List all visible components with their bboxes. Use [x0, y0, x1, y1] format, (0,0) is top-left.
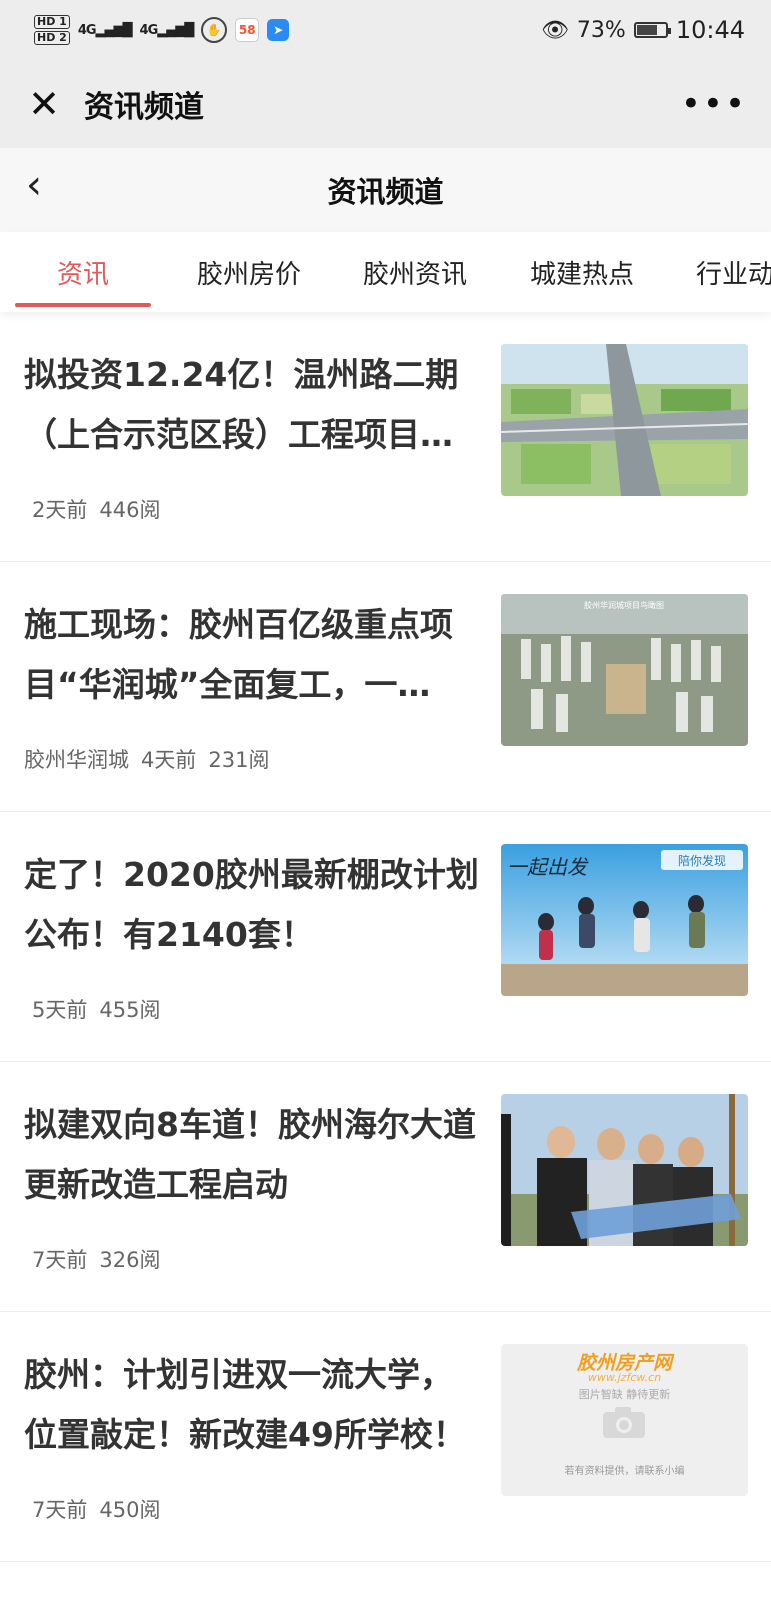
app-58-icon: 58 — [235, 18, 260, 42]
page-nav-bar: ‹ 资讯频道 — [0, 148, 771, 232]
article-thumbnail[interactable]: 一起出发 陪你发现 — [501, 844, 748, 996]
article-meta: 胶州华润城 4天前 231阅 — [24, 744, 269, 774]
hand-icon: ✋ — [201, 17, 228, 43]
article-time: 2天前 — [32, 498, 88, 522]
article-time: 7天前 — [32, 1498, 88, 1522]
article-reads: 455阅 — [99, 998, 161, 1022]
article-time: 7天前 — [32, 1248, 88, 1272]
eye-icon: 👁 — [540, 17, 569, 43]
article-item[interactable]: 胶州：计划引进双一流大学，位置敲定！新改建49所学校！ 7天前 450阅 胶州房… — [0, 1312, 771, 1562]
article-meta: 7天前 326阅 — [24, 1244, 160, 1274]
article-thumbnail[interactable]: 胶州房产网 www.jzfcw.cn 图片智缺 静待更新 若有资料提供，请联系小… — [501, 1344, 748, 1496]
active-tab-indicator — [15, 303, 151, 307]
camera-icon — [603, 1407, 645, 1438]
article-time: 5天前 — [32, 998, 88, 1022]
image-slogan: 一起出发 — [507, 855, 589, 879]
article-meta: 7天前 450阅 — [24, 1494, 160, 1524]
send-icon: ➤ — [267, 19, 290, 41]
signal-icon: 4G▂▄▆█ — [77, 22, 133, 38]
category-tabs: 资讯 胶州房价 胶州资讯 城建热点 行业动 — [0, 232, 771, 312]
article-reads: 450阅 — [99, 1498, 161, 1522]
article-title[interactable]: 定了！2020胶州最新棚改计划公布！有2140套！ — [24, 845, 484, 965]
status-bar-left: HD 1 HD 2 4G▂▄▆█ 4G▂▄▆█ ✋ 58 ➤ — [34, 14, 290, 46]
battery-fill — [636, 25, 657, 35]
article-title[interactable]: 拟投资12.24亿！温州路二期（上合示范区段）工程项目… — [24, 345, 484, 465]
signal-icon-2: 4G▂▄▆█ — [139, 22, 195, 38]
image-tag: 陪你发现 — [678, 853, 726, 868]
more-options-icon[interactable]: ••• — [681, 84, 747, 124]
battery-icon — [633, 22, 671, 38]
article-time: 4天前 — [141, 748, 197, 772]
article-thumbnail[interactable] — [501, 1094, 748, 1246]
article-reads: 231阅 — [208, 748, 270, 772]
status-bar-right: 👁 73% 10:44 — [541, 16, 745, 44]
clock: 10:44 — [675, 16, 745, 44]
hd-indicator: HD 1 HD 2 — [34, 14, 70, 46]
page-title: 资讯频道 — [327, 175, 444, 209]
road-aerial-image — [501, 344, 748, 496]
status-bar: HD 1 HD 2 4G▂▄▆█ 4G▂▄▆█ ✋ 58 ➤ 👁 73% 10:… — [0, 0, 771, 60]
article-item[interactable]: 拟建双向8车道！胶州海尔大道更新改造工程启动 7天前 326阅 — [0, 1062, 771, 1312]
back-icon[interactable]: ‹ — [26, 162, 42, 208]
tab-urban-construction[interactable]: 城建热点 — [530, 254, 634, 291]
close-icon[interactable]: ✕ — [24, 84, 64, 124]
tab-jiaozhou-news[interactable]: 胶州资讯 — [363, 254, 467, 291]
wechat-header: ✕ 资讯频道 ••• — [0, 60, 771, 148]
placeholder-note: 若有资料提供，请联系小编 — [564, 1466, 685, 1477]
wechat-header-title: 资讯频道 — [84, 90, 204, 125]
article-item[interactable]: 施工现场：胶州百亿级重点项目“华润城”全面复工，一… 胶州华润城 4天前 231… — [0, 562, 771, 812]
network-type-2: 4G — [139, 22, 159, 38]
article-meta: 2天前 446阅 — [24, 494, 160, 524]
article-thumbnail[interactable] — [501, 344, 748, 496]
article-title[interactable]: 拟建双向8车道！胶州海尔大道更新改造工程启动 — [24, 1095, 484, 1215]
placeholder-slogan: 图片智缺 静待更新 — [578, 1388, 671, 1401]
article-item[interactable]: 定了！2020胶州最新棚改计划公布！有2140套！ 5天前 455阅 一起出发 … — [0, 812, 771, 1062]
hd1-badge: HD 1 — [34, 15, 70, 29]
article-item[interactable]: 拟投资12.24亿！温州路二期（上合示范区段）工程项目… 2天前 446阅 — [0, 312, 771, 562]
tab-jiaozhou-prices[interactable]: 胶州房价 — [197, 254, 301, 291]
article-reads: 446阅 — [99, 498, 161, 522]
runners-image: 一起出发 陪你发现 — [501, 844, 748, 996]
placeholder-url: www.jzfcw.cn — [587, 1371, 662, 1384]
tab-industry[interactable]: 行业动 — [696, 254, 771, 291]
city-aerial-image: 胶州华润城项目鸟瞰图 — [501, 594, 748, 746]
article-list: 拟投资12.24亿！温州路二期（上合示范区段）工程项目… 2天前 446阅 施工… — [0, 312, 771, 1562]
article-source: 胶州华润城 — [24, 748, 129, 772]
image-caption: 胶州华润城项目鸟瞰图 — [584, 600, 664, 610]
article-title[interactable]: 胶州：计划引进双一流大学，位置敲定！新改建49所学校！ — [24, 1345, 484, 1465]
officials-image — [501, 1094, 748, 1246]
article-title[interactable]: 施工现场：胶州百亿级重点项目“华润城”全面复工，一… — [24, 595, 484, 715]
article-reads: 326阅 — [99, 1248, 161, 1272]
tab-news[interactable]: 资讯 — [57, 254, 109, 291]
article-meta: 5天前 455阅 — [24, 994, 160, 1024]
battery-percent: 73% — [576, 17, 626, 43]
article-thumbnail[interactable]: 胶州华润城项目鸟瞰图 — [501, 594, 748, 746]
hd2-badge: HD 2 — [34, 31, 70, 45]
network-type-1: 4G — [77, 22, 97, 38]
